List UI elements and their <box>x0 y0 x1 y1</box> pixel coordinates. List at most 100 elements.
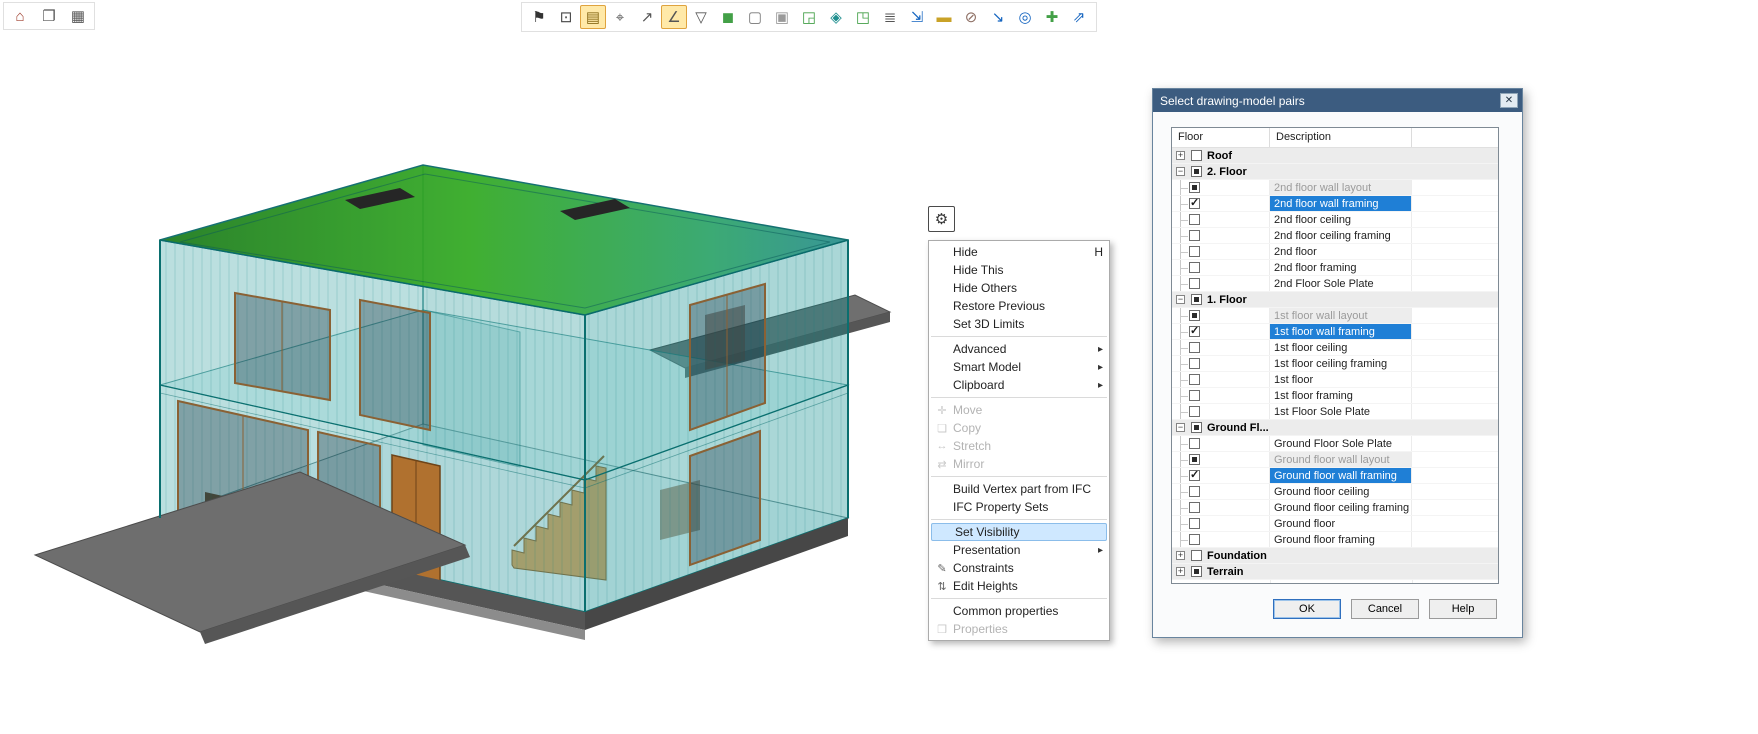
menu-item-hide-this[interactable]: Hide This <box>929 261 1109 279</box>
column-header-description[interactable]: Description <box>1270 128 1412 147</box>
checkbox-unchecked[interactable] <box>1191 150 1202 161</box>
export-model-icon[interactable]: ◳ <box>850 5 876 29</box>
tree-item-row[interactable]: 1st floor ceiling <box>1172 340 1498 356</box>
add-model-icon[interactable]: ✚ <box>1039 5 1065 29</box>
checkbox-unchecked[interactable] <box>1189 342 1200 353</box>
tree-group-row[interactable]: +Foundation <box>1172 548 1498 564</box>
tree-item-row[interactable]: 2nd Floor Sole Plate <box>1172 276 1498 292</box>
menu-item-ifc-property-sets[interactable]: IFC Property Sets <box>929 498 1109 516</box>
checkbox-unchecked[interactable] <box>1189 518 1200 529</box>
checkbox-unchecked[interactable] <box>1189 278 1200 289</box>
tree-item-row[interactable]: 2nd floor wall framing <box>1172 196 1498 212</box>
ok-button[interactable]: OK <box>1273 599 1341 619</box>
snap-angle-icon[interactable]: ∠ <box>661 5 687 29</box>
collapse-icon[interactable]: − <box>1176 423 1185 432</box>
close-icon[interactable]: ✕ <box>1500 93 1518 108</box>
tree-group-row[interactable]: +Terrain <box>1172 564 1498 580</box>
menu-item-presentation[interactable]: Presentation▸ <box>929 541 1109 559</box>
shaded-box-icon[interactable]: ◲ <box>796 5 822 29</box>
checkbox-unchecked[interactable] <box>1189 502 1200 513</box>
tree-group-row[interactable]: −Ground Fl... <box>1172 420 1498 436</box>
tree-item-row[interactable]: 1st Floor Sole Plate <box>1172 404 1498 420</box>
tree-item-row[interactable]: 2nd floor framing <box>1172 260 1498 276</box>
tree-group-row[interactable]: −2. Floor <box>1172 164 1498 180</box>
tree-item-row[interactable]: 2nd floor <box>1172 244 1498 260</box>
tree-item-row[interactable]: Ground floor ceiling framing <box>1172 500 1498 516</box>
iso-cube-icon[interactable]: ◈ <box>823 5 849 29</box>
menu-item-constraints[interactable]: ✎Constraints <box>929 559 1109 577</box>
checkbox-unchecked[interactable] <box>1189 534 1200 545</box>
model-viewport[interactable] <box>0 60 920 720</box>
checkbox-partial[interactable] <box>1191 294 1202 305</box>
menu-item-smart-model[interactable]: Smart Model▸ <box>929 358 1109 376</box>
drawing-window-icon[interactable]: ⌂ <box>7 4 33 28</box>
tree-item-row[interactable]: Ground floor framing <box>1172 532 1498 548</box>
dialog-titlebar[interactable]: Select drawing-model pairs <box>1153 89 1522 112</box>
archive-drawer-icon[interactable]: ▬ <box>931 5 957 29</box>
tree-item-row[interactable]: Ground floor wall layout <box>1172 452 1498 468</box>
menu-item-hide-others[interactable]: Hide Others <box>929 279 1109 297</box>
checkbox-unchecked[interactable] <box>1189 246 1200 257</box>
checkbox-partial[interactable] <box>1191 422 1202 433</box>
parts-list-icon[interactable]: ≣ <box>877 5 903 29</box>
checkbox-unchecked[interactable] <box>1189 438 1200 449</box>
checkbox-unchecked[interactable] <box>1189 214 1200 225</box>
purge-icon[interactable]: ⊘ <box>958 5 984 29</box>
menu-item-common-properties[interactable]: Common properties <box>929 602 1109 620</box>
checkbox-checked[interactable] <box>1189 470 1200 481</box>
menu-item-set-visibility[interactable]: Set Visibility <box>931 523 1107 541</box>
tree-item-row[interactable]: 1st floor ceiling framing <box>1172 356 1498 372</box>
measure-icon[interactable]: ▤ <box>580 5 606 29</box>
snap-point-icon[interactable]: ⌖ <box>607 5 633 29</box>
menu-item-advanced[interactable]: Advanced▸ <box>929 340 1109 358</box>
tree-group-row[interactable]: +Roof <box>1172 148 1498 164</box>
collapse-icon[interactable]: − <box>1176 167 1185 176</box>
checkbox-partial[interactable] <box>1189 182 1200 193</box>
checkbox-partial[interactable] <box>1189 454 1200 465</box>
filter-icon[interactable]: ▽ <box>688 5 714 29</box>
menu-item-clipboard[interactable]: Clipboard▸ <box>929 376 1109 394</box>
solid-model-icon[interactable]: ◼ <box>715 5 741 29</box>
axis-arrow-icon[interactable]: ↘ <box>985 5 1011 29</box>
pin-icon[interactable]: ⚑ <box>526 5 552 29</box>
checkbox-partial[interactable] <box>1189 310 1200 321</box>
checkbox-checked[interactable] <box>1189 326 1200 337</box>
checkbox-unchecked[interactable] <box>1189 262 1200 273</box>
collapse-icon[interactable]: − <box>1176 295 1185 304</box>
snap-direction-icon[interactable]: ↗ <box>634 5 660 29</box>
context-gear-button[interactable]: ⚙ <box>928 206 955 232</box>
menu-item-build-vertex-part-from-ifc[interactable]: Build Vertex part from IFC <box>929 480 1109 498</box>
tree-item-row[interactable]: 2nd floor ceiling framing <box>1172 228 1498 244</box>
cascade-windows-icon[interactable]: ❐ <box>36 4 62 28</box>
tree-item-row[interactable]: 1st floor <box>1172 372 1498 388</box>
column-header-floor[interactable]: Floor <box>1172 128 1270 147</box>
wireframe-box-icon[interactable]: ▢ <box>742 5 768 29</box>
window-grid-icon[interactable]: ▦ <box>65 4 91 28</box>
tree-item-row[interactable]: 2nd floor wall layout <box>1172 180 1498 196</box>
checkbox-unchecked[interactable] <box>1189 230 1200 241</box>
tree-item-row[interactable]: 1st floor wall framing <box>1172 324 1498 340</box>
tree-item-row[interactable]: Ground floor <box>1172 516 1498 532</box>
checkbox-unchecked[interactable] <box>1189 374 1200 385</box>
checkbox-unchecked[interactable] <box>1189 406 1200 417</box>
tree-item-row[interactable]: Ground floor wall framing <box>1172 468 1498 484</box>
hidden-line-box-icon[interactable]: ▣ <box>769 5 795 29</box>
cancel-button[interactable]: Cancel <box>1351 599 1419 619</box>
menu-item-edit-heights[interactable]: ⇅Edit Heights <box>929 577 1109 595</box>
checkbox-unchecked[interactable] <box>1189 358 1200 369</box>
tree-item-row[interactable]: Ground Floor Sole Plate <box>1172 436 1498 452</box>
checkbox-checked[interactable] <box>1189 198 1200 209</box>
section-view-icon[interactable]: ◎ <box>1012 5 1038 29</box>
checkbox-unchecked[interactable] <box>1189 486 1200 497</box>
link-model-icon[interactable]: ⇗ <box>1066 5 1092 29</box>
tree-group-row[interactable]: −1. Floor <box>1172 292 1498 308</box>
tree-item-row[interactable]: 1st floor framing <box>1172 388 1498 404</box>
menu-item-hide[interactable]: HideH <box>929 243 1109 261</box>
select-area-icon[interactable]: ⊡ <box>553 5 579 29</box>
expand-icon[interactable]: + <box>1176 551 1185 560</box>
import-file-icon[interactable]: ⇲ <box>904 5 930 29</box>
checkbox-partial[interactable] <box>1191 566 1202 577</box>
tree-item-row[interactable]: Ground floor ceiling <box>1172 484 1498 500</box>
help-button[interactable]: Help <box>1429 599 1497 619</box>
menu-item-set-3d-limits[interactable]: Set 3D Limits <box>929 315 1109 333</box>
